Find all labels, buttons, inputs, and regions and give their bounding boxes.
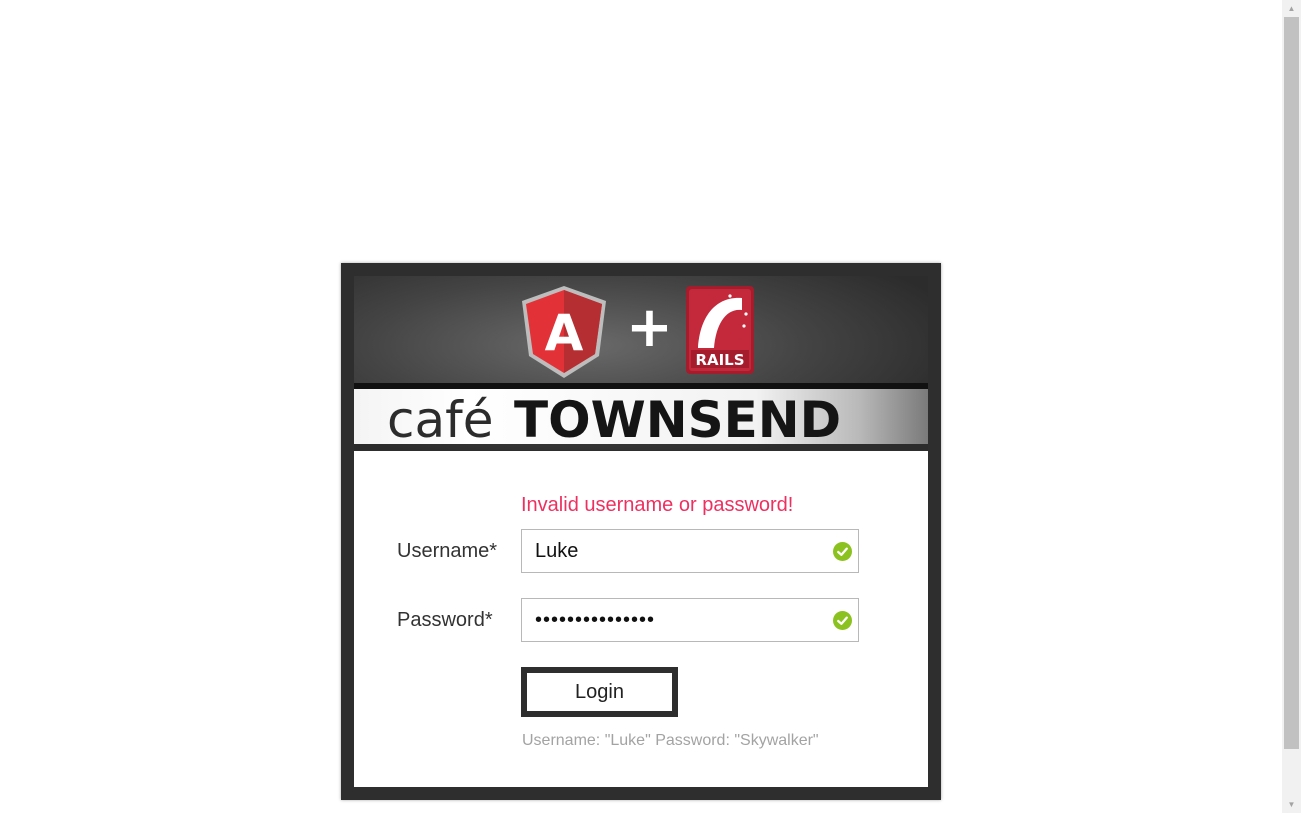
scrollbar-thumb[interactable] [1284,17,1299,749]
password-value: ••••••••••••••• [535,609,656,631]
login-button[interactable]: Login [521,667,678,717]
plus-sign: + [626,295,673,360]
check-circle-icon [833,542,852,561]
password-input[interactable]: ••••••••••••••• [521,598,859,642]
triangle-down-icon[interactable]: ▼ [1282,796,1301,813]
angular-logo-icon: A [522,286,606,378]
password-label: Password* [397,609,493,631]
svg-text:RAILS: RAILS [695,351,744,369]
credentials-hint: Username: "Luke" Password: "Skywalker" [522,732,819,749]
brand-cafe-text: café [387,391,494,444]
vertical-scrollbar[interactable]: ▲ ▼ [1282,0,1301,813]
error-message: Invalid username or password! [521,494,794,516]
brand-wordmark: café TOWNSEND [354,389,928,444]
login-form: Invalid username or password! Username* … [354,451,928,787]
username-input[interactable]: Luke [521,529,859,573]
rails-logo-icon: RAILS [686,286,754,374]
check-circle-icon [833,611,852,630]
triangle-up-icon[interactable]: ▲ [1282,0,1301,17]
username-label: Username* [397,540,498,562]
logo-row: A + RAILS [354,276,928,386]
app-banner: A + RAILS café TOWNSEND [354,276,928,450]
svg-text:A: A [545,304,584,362]
username-value: Luke [535,540,579,562]
login-dialog: A + RAILS café TOWNSEND Invalid username… [341,263,941,800]
page-viewport: A + RAILS café TOWNSEND Invalid username… [0,0,1282,813]
brand-townsend-text: TOWNSEND [514,391,842,444]
